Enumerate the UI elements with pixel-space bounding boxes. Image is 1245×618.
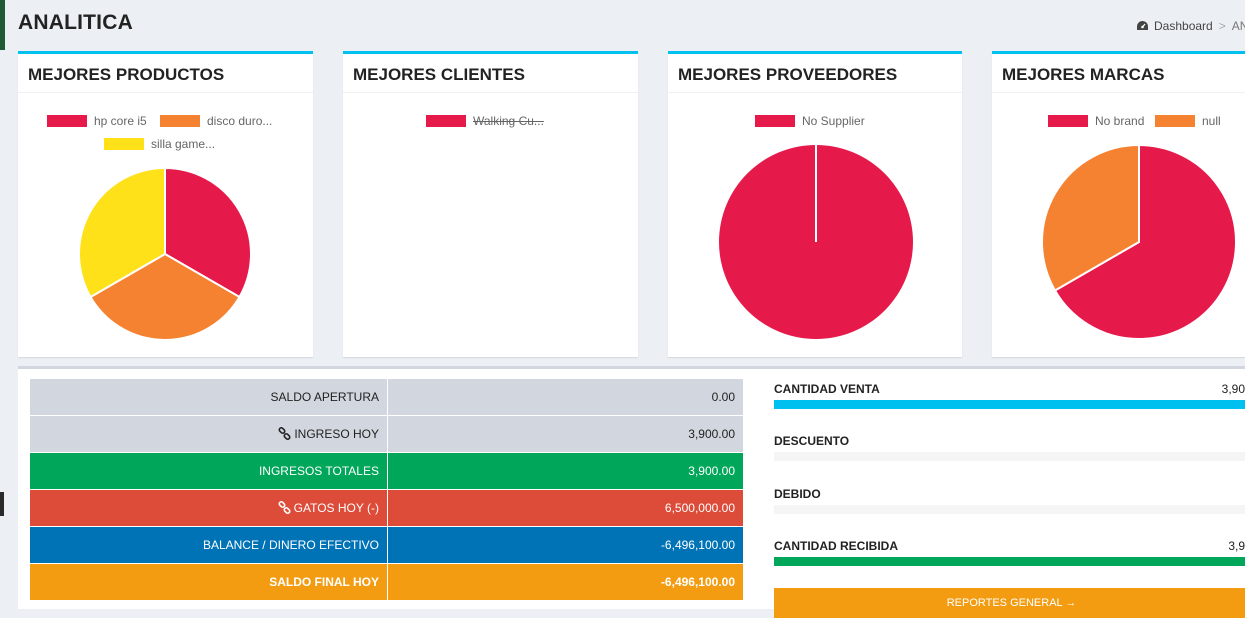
- legend-item-silla-gamer[interactable]: silla game...: [104, 137, 215, 151]
- legend-swatch: [47, 115, 87, 127]
- legend-swatch: [1048, 115, 1088, 127]
- stat-value: 3,9: [1228, 539, 1245, 553]
- sidebar-edge: [0, 0, 5, 50]
- row-label-text: SALDO FINAL HOY: [269, 575, 379, 589]
- row-label-text: SALDO APERTURA: [270, 390, 379, 404]
- legend-label: disco duro...: [207, 114, 273, 128]
- link-icon: [278, 426, 291, 441]
- table-row: INGRESO HOY 3,900.00: [29, 415, 744, 453]
- breadcrumb: Dashboard > AN: [1136, 19, 1245, 33]
- row-value: -6,496,100.00: [387, 563, 744, 601]
- panel-mejores-proveedores: MEJORES PROVEEDORES No Supplier: [668, 51, 962, 357]
- legend-item-disco-duro[interactable]: disco duro...: [160, 114, 272, 128]
- legend-item-walking-customer[interactable]: Walking Cu...: [426, 114, 544, 128]
- pie-chart-marcas: [1041, 143, 1237, 340]
- stat-label: DESCUENTO: [774, 434, 850, 448]
- legend-label: No Supplier: [802, 114, 865, 128]
- dashboard-icon: [1137, 21, 1148, 30]
- row-label: INGRESOS TOTALES: [29, 452, 388, 490]
- finance-table: SALDO APERTURA 0.00 INGRESO HOY 3,900.00…: [29, 378, 744, 601]
- legend-swatch: [160, 115, 200, 127]
- legend-label: null: [1202, 114, 1221, 128]
- link-icon: [278, 500, 291, 515]
- stat-label: DEBIDO: [774, 487, 821, 501]
- panel-title-marcas: MEJORES MARCAS: [992, 54, 1245, 93]
- pie-chart-productos: [78, 166, 252, 341]
- progress-track: [774, 505, 1245, 514]
- panel-mejores-marcas: MEJORES MARCAS No brand null: [992, 51, 1245, 357]
- legend-swatch: [104, 138, 144, 150]
- sidebar-toggle-edge[interactable]: [0, 492, 4, 516]
- progress-track: [774, 557, 1245, 566]
- breadcrumb-home-link[interactable]: Dashboard: [1154, 19, 1213, 33]
- row-value: 3,900.00: [387, 415, 744, 453]
- legend-label: No brand: [1095, 114, 1145, 128]
- row-label: SALDO FINAL HOY: [29, 563, 388, 601]
- legend-label: hp core i5: [94, 114, 147, 128]
- legend-item-null[interactable]: null: [1155, 114, 1221, 128]
- row-label-text: BALANCE / DINERO EFECTIVO: [202, 538, 379, 552]
- row-label: BALANCE / DINERO EFECTIVO: [29, 526, 388, 564]
- row-label-text: INGRESO HOY: [294, 427, 379, 441]
- row-value: 3,900.00: [387, 452, 744, 490]
- row-label-text: INGRESOS TOTALES: [258, 464, 379, 478]
- legend-item-hp-core-i5[interactable]: hp core i5: [47, 114, 147, 128]
- panel-title-clientes: MEJORES CLIENTES: [343, 54, 638, 93]
- progress-track: [774, 452, 1245, 461]
- page-title: ANALITICA: [18, 11, 133, 34]
- progress-bar: [774, 400, 1245, 409]
- legend-swatch: [1155, 115, 1195, 127]
- legend-swatch: [755, 115, 795, 127]
- legend-swatch: [426, 115, 466, 127]
- table-row: BALANCE / DINERO EFECTIVO -6,496,100.00: [29, 526, 744, 564]
- reportes-general-button[interactable]: REPORTES GENERAL →: [774, 588, 1245, 618]
- pie-chart-proveedores: [719, 145, 913, 339]
- breadcrumb-current: AN: [1231, 19, 1245, 33]
- row-label: SALDO APERTURA: [29, 378, 388, 416]
- row-label: GATOS HOY (-): [29, 489, 388, 527]
- panel-title-productos: MEJORES PRODUCTOS: [18, 54, 313, 93]
- progress-track: [774, 400, 1245, 409]
- table-row: SALDO APERTURA 0.00: [29, 378, 744, 416]
- legend-item-no-supplier[interactable]: No Supplier: [755, 114, 865, 128]
- panel-mejores-clientes: MEJORES CLIENTES Walking Cu...: [343, 51, 638, 357]
- row-label: INGRESO HOY: [29, 415, 388, 453]
- table-row: INGRESOS TOTALES 3,900.00: [29, 452, 744, 490]
- row-value: -6,496,100.00: [387, 526, 744, 564]
- panel-title-proveedores: MEJORES PROVEEDORES: [668, 54, 962, 93]
- table-row: SALDO FINAL HOY -6,496,100.00: [29, 563, 744, 601]
- stat-label: CANTIDAD RECIBIDA: [774, 539, 898, 553]
- row-value: 0.00: [387, 378, 744, 416]
- row-value: 6,500,000.00: [387, 489, 744, 527]
- legend-label: Walking Cu...: [473, 114, 544, 128]
- stat-value: 3,90: [1221, 382, 1245, 396]
- table-row: GATOS HOY (-) 6,500,000.00: [29, 489, 744, 527]
- stat-label: CANTIDAD VENTA: [774, 382, 880, 396]
- breadcrumb-separator: >: [1218, 19, 1226, 33]
- legend-item-no-brand[interactable]: No brand: [1048, 114, 1144, 128]
- row-label-text: GATOS HOY (-): [293, 501, 379, 515]
- legend-label: silla game...: [151, 137, 216, 151]
- progress-bar: [774, 557, 1245, 566]
- panel-mejores-productos: MEJORES PRODUCTOS hp core i5 disco duro.…: [18, 51, 313, 357]
